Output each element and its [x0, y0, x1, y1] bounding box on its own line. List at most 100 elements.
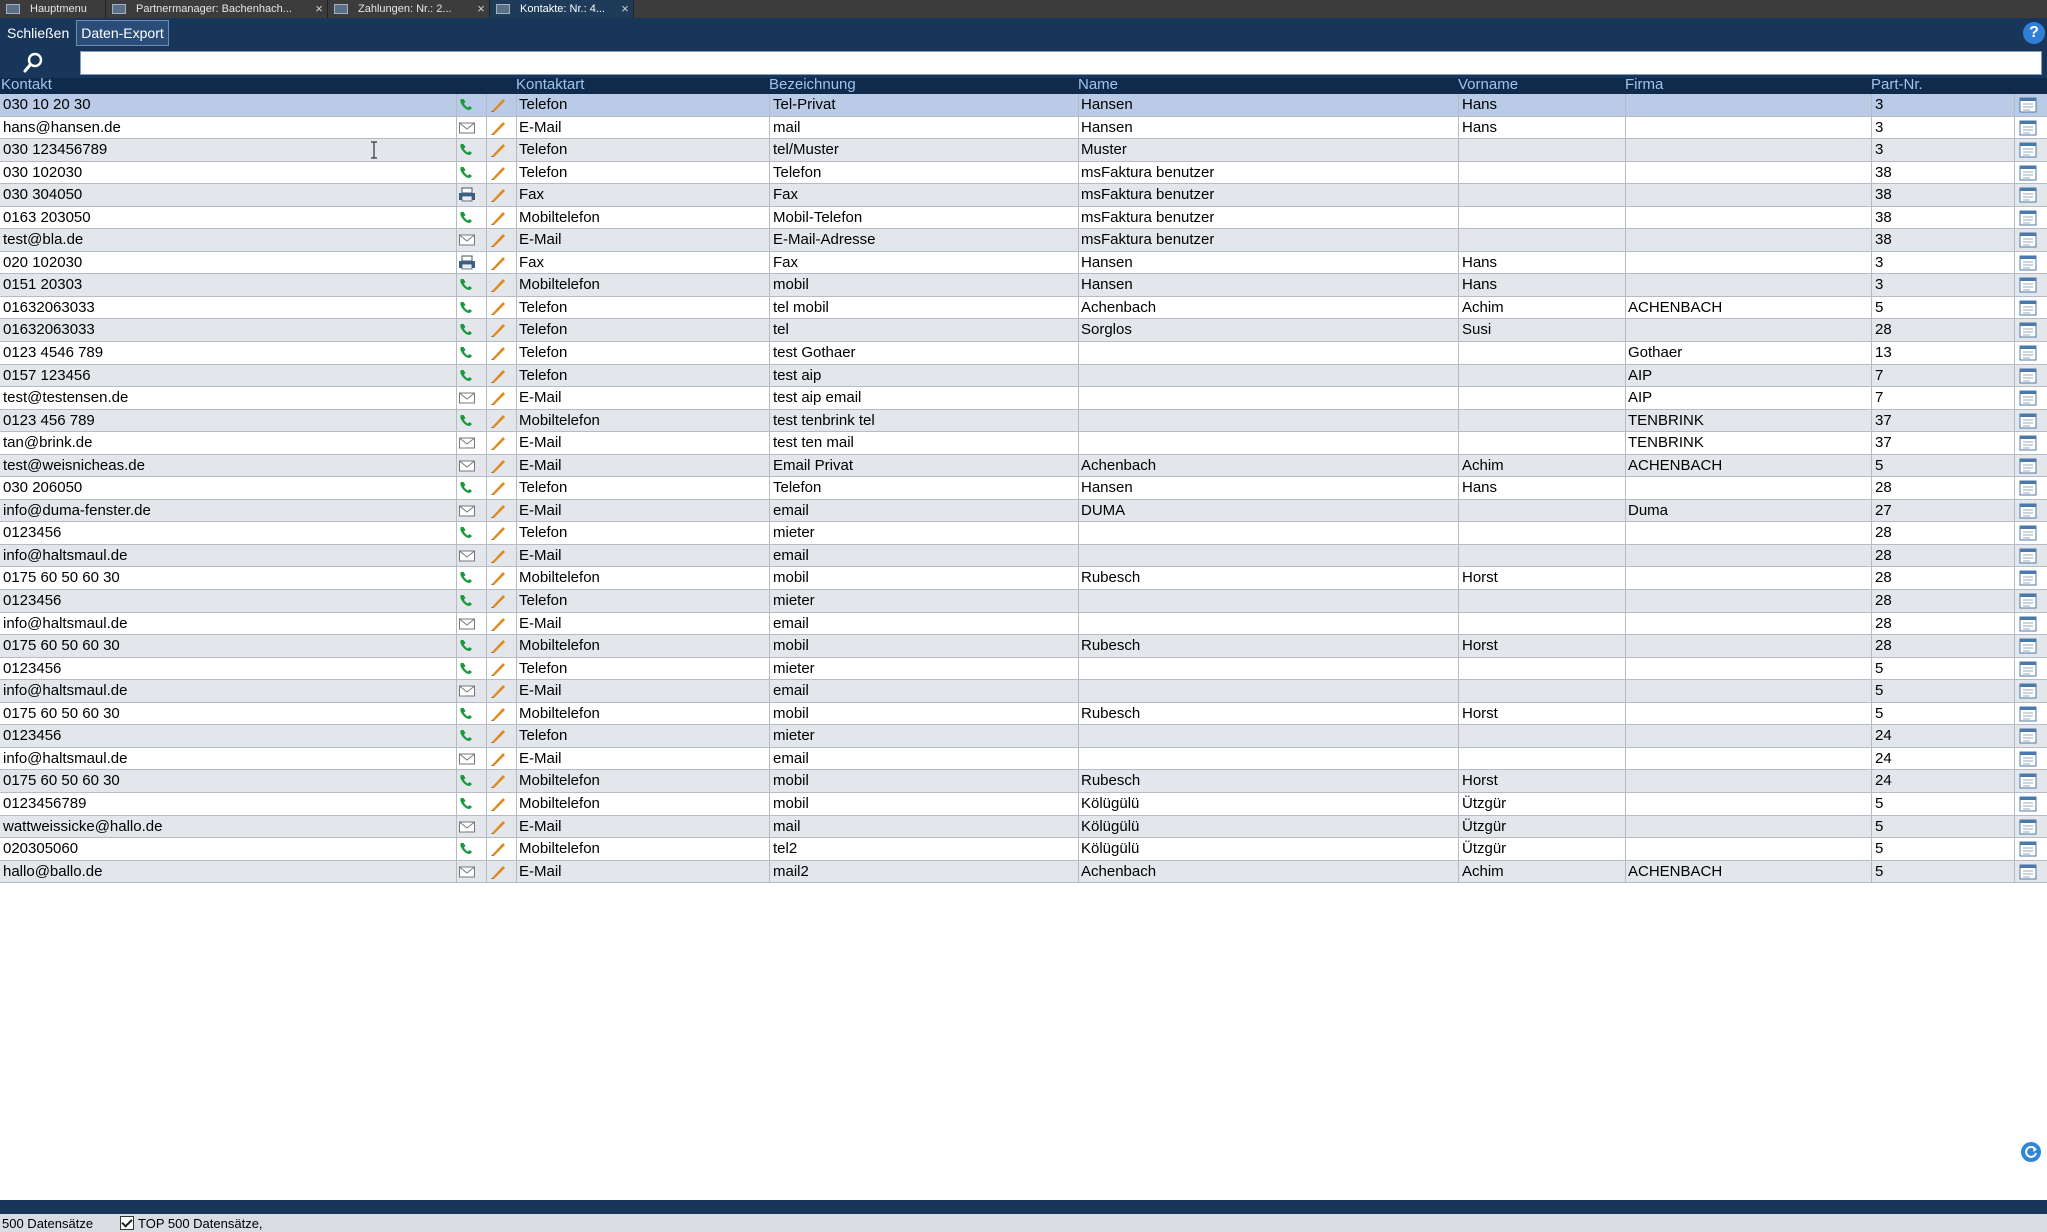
table-row[interactable]: 0175 60 50 60 30 Mobiltelefon mobil Rubesch…: [0, 567, 2047, 591]
mail-icon[interactable]: [457, 120, 477, 136]
col-header-vorname[interactable]: Vorname: [1458, 76, 1518, 93]
edit-icon[interactable]: [488, 345, 508, 361]
phone-icon[interactable]: [457, 841, 477, 857]
table-row[interactable]: tan@brink.de E-Mail test ten mail TENBRINK 3…: [0, 432, 2047, 455]
table-row[interactable]: 020 102030 Fax Fax Hansen Hans 3: [0, 251, 2047, 275]
table-row[interactable]: 0175 60 50 60 30 Mobiltelefon mobil Rubesch…: [0, 770, 2047, 793]
calendar-icon[interactable]: [2018, 525, 2038, 541]
mail-icon[interactable]: [457, 819, 477, 835]
edit-icon[interactable]: [488, 210, 508, 226]
edit-icon[interactable]: [488, 390, 508, 406]
edit-icon[interactable]: [488, 277, 508, 293]
table-row[interactable]: test@bla.de E-Mail E-Mail-Adresse msFaktura…: [0, 229, 2047, 252]
edit-icon[interactable]: [488, 503, 508, 519]
table-row[interactable]: info@haltsmaul.de E-Mail email 28: [0, 612, 2047, 636]
table-row[interactable]: info@haltsmaul.de E-Mail email 24: [0, 747, 2047, 771]
edit-icon[interactable]: [488, 525, 508, 541]
calendar-icon[interactable]: [2018, 864, 2038, 880]
edit-icon[interactable]: [488, 616, 508, 632]
data-export-button[interactable]: Daten-Export: [76, 20, 169, 46]
calendar-icon[interactable]: [2018, 661, 2038, 677]
mail-icon[interactable]: [457, 864, 477, 880]
calendar-icon[interactable]: [2018, 616, 2038, 632]
edit-icon[interactable]: [488, 819, 508, 835]
table-row[interactable]: wattweissicke@hallo.de E-Mail mail Kölügülü…: [0, 815, 2047, 839]
table-row[interactable]: 020305060 Mobiltelefon tel2 Kölügülü Ützgür 5: [0, 838, 2047, 861]
phone-icon[interactable]: [457, 773, 477, 789]
calendar-icon[interactable]: [2018, 435, 2038, 451]
calendar-icon[interactable]: [2018, 683, 2038, 699]
calendar-icon[interactable]: [2018, 638, 2038, 654]
edit-icon[interactable]: [488, 728, 508, 744]
tab-zahlungen[interactable]: Zahlungen: Nr.: 2... ×: [328, 0, 490, 18]
col-header-kontaktart[interactable]: Kontaktart: [516, 76, 584, 93]
edit-icon[interactable]: [488, 841, 508, 857]
phone-icon[interactable]: [457, 165, 477, 181]
table-row[interactable]: hans@hansen.de E-Mail mail Hansen Hans 3: [0, 116, 2047, 140]
edit-icon[interactable]: [488, 322, 508, 338]
table-row[interactable]: hallo@ballo.de E-Mail mail2 Achenbach Achim A…: [0, 860, 2047, 884]
table-row[interactable]: 030 304050 Fax Fax msFaktura benutzer 38: [0, 184, 2047, 207]
fax-icon[interactable]: [457, 187, 477, 203]
table-row[interactable]: 0163 203050 Mobiltelefon Mobil-Telefon msFa…: [0, 206, 2047, 230]
phone-icon[interactable]: [457, 368, 477, 384]
calendar-icon[interactable]: [2018, 255, 2038, 271]
edit-icon[interactable]: [488, 480, 508, 496]
mail-icon[interactable]: [457, 435, 477, 451]
phone-icon[interactable]: [457, 525, 477, 541]
edit-icon[interactable]: [488, 435, 508, 451]
edit-icon[interactable]: [488, 142, 508, 158]
table-row[interactable]: 0151 20303 Mobiltelefon mobil Hansen Hans 3: [0, 274, 2047, 297]
table-row[interactable]: 030 123456789 Telefon tel/Muster Muster 3: [0, 139, 2047, 162]
edit-icon[interactable]: [488, 864, 508, 880]
edit-icon[interactable]: [488, 751, 508, 767]
calendar-icon[interactable]: [2018, 796, 2038, 812]
calendar-icon[interactable]: [2018, 503, 2038, 519]
search-input[interactable]: [80, 51, 2042, 75]
fax-icon[interactable]: [457, 255, 477, 271]
edit-icon[interactable]: [488, 773, 508, 789]
col-header-partnr[interactable]: Part-Nr.: [1871, 76, 1923, 93]
calendar-icon[interactable]: [2018, 345, 2038, 361]
table-row[interactable]: 01632063033 Telefon tel Sorglos Susi 28: [0, 319, 2047, 343]
calendar-icon[interactable]: [2018, 165, 2038, 181]
calendar-icon[interactable]: [2018, 232, 2038, 248]
edit-icon[interactable]: [488, 187, 508, 203]
edit-icon[interactable]: [488, 413, 508, 429]
calendar-icon[interactable]: [2018, 368, 2038, 384]
calendar-icon[interactable]: [2018, 142, 2038, 158]
phone-icon[interactable]: [457, 706, 477, 722]
phone-icon[interactable]: [457, 728, 477, 744]
calendar-icon[interactable]: [2018, 751, 2038, 767]
mail-icon[interactable]: [457, 548, 477, 564]
calendar-icon[interactable]: [2018, 706, 2038, 722]
search-icon[interactable]: [22, 52, 44, 74]
table-row[interactable]: 0123456 Telefon mieter 24: [0, 725, 2047, 748]
col-header-kontakt[interactable]: Kontakt: [1, 76, 52, 93]
table-row[interactable]: 0175 60 50 60 30 Mobiltelefon mobil Rubesch…: [0, 635, 2047, 658]
mail-icon[interactable]: [457, 683, 477, 699]
edit-icon[interactable]: [488, 368, 508, 384]
phone-icon[interactable]: [457, 480, 477, 496]
tab-hauptmenu[interactable]: Hauptmenu: [0, 0, 106, 18]
table-row[interactable]: 0123456 Telefon mieter 28: [0, 522, 2047, 545]
table-row[interactable]: 0123456789 Mobiltelefon mobil Kölügülü Ützgü…: [0, 792, 2047, 816]
calendar-icon[interactable]: [2018, 773, 2038, 789]
calendar-icon[interactable]: [2018, 322, 2038, 338]
table-row[interactable]: 030 102030 Telefon Telefon msFaktura benutz…: [0, 161, 2047, 185]
table-row[interactable]: test@testensen.de E-Mail test aip email AIP…: [0, 387, 2047, 410]
edit-icon[interactable]: [488, 570, 508, 586]
table-row[interactable]: test@weisnicheas.de E-Mail Email Privat Ach…: [0, 454, 2047, 478]
help-icon[interactable]: ?: [2023, 22, 2045, 44]
col-header-name[interactable]: Name: [1078, 76, 1118, 93]
col-header-bezeichnung[interactable]: Bezeichnung: [769, 76, 856, 93]
edit-icon[interactable]: [488, 548, 508, 564]
table-row[interactable]: 030 10 20 30 Telefon Tel-Privat Hansen Hans 3: [0, 94, 2047, 117]
edit-icon[interactable]: [488, 683, 508, 699]
phone-icon[interactable]: [457, 322, 477, 338]
table-row[interactable]: 0175 60 50 60 30 Mobiltelefon mobil Rubesch…: [0, 702, 2047, 726]
phone-icon[interactable]: [457, 570, 477, 586]
calendar-icon[interactable]: [2018, 97, 2038, 113]
calendar-icon[interactable]: [2018, 300, 2038, 316]
phone-icon[interactable]: [457, 413, 477, 429]
